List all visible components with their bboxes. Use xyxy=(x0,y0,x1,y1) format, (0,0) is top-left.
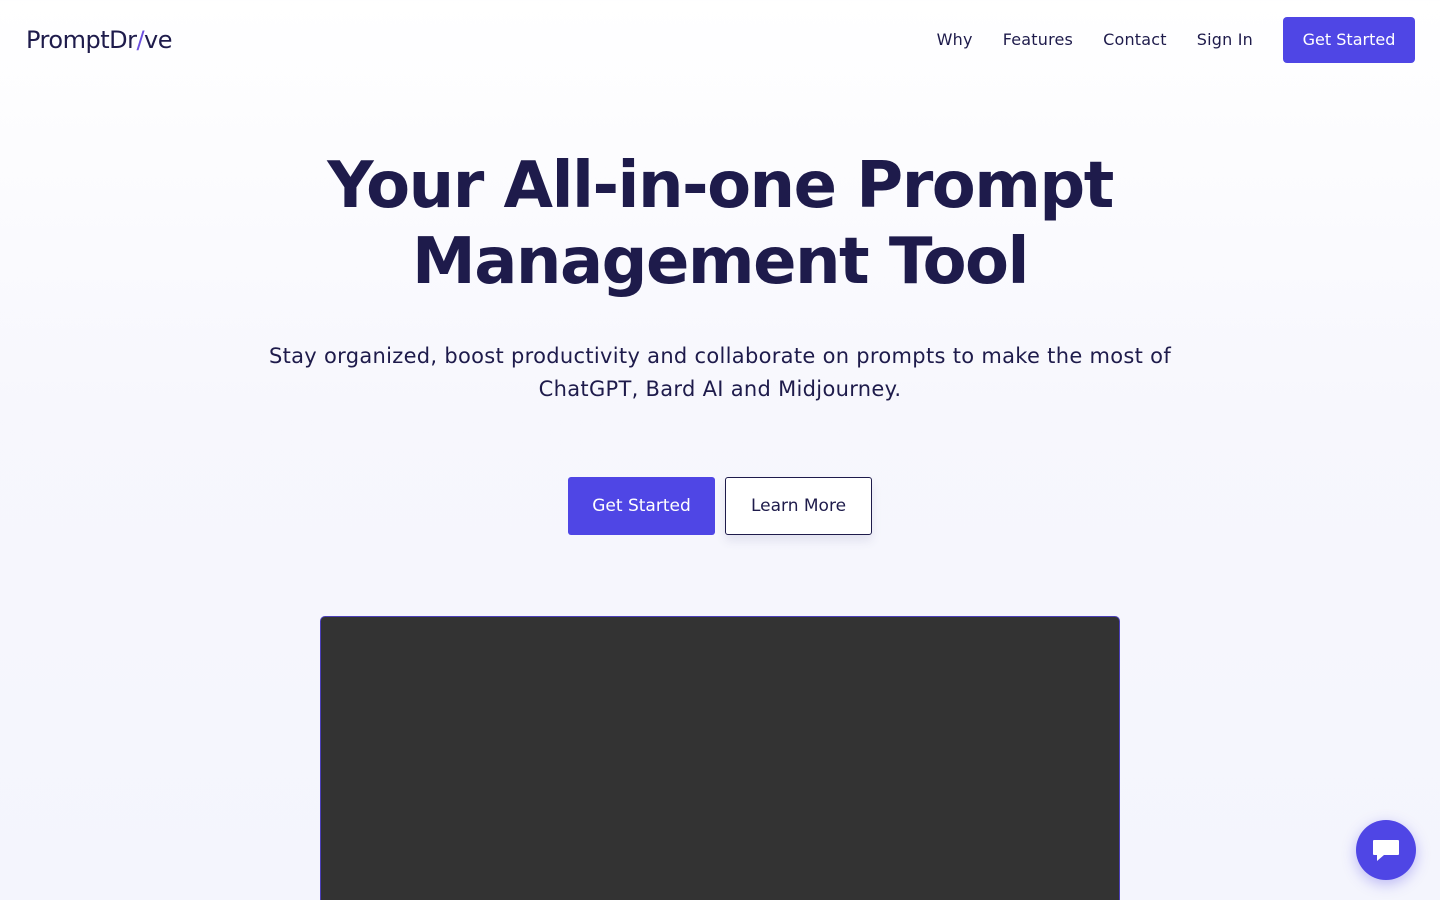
main-nav: Why Features Contact Sign In Get Started xyxy=(937,17,1415,63)
nav-features[interactable]: Features xyxy=(1003,17,1073,63)
hero-title-line-1: Your All-in-one Prompt xyxy=(327,149,1114,223)
site-header: PromptDr/ve Why Features Contact Sign In… xyxy=(0,0,1440,80)
header-get-started-button[interactable]: Get Started xyxy=(1283,17,1415,63)
hero-subtitle: Stay organized, boost productivity and c… xyxy=(268,344,1172,401)
logo-text-end: ve xyxy=(144,26,173,54)
logo-slash: / xyxy=(136,26,145,54)
nav-sign-in[interactable]: Sign In xyxy=(1197,17,1253,63)
hero-title: Your All-in-one Prompt Management Tool xyxy=(0,148,1440,300)
nav-why[interactable]: Why xyxy=(937,17,973,63)
chat-bubble-icon xyxy=(1373,840,1399,861)
logo-text-start: PromptDr xyxy=(26,26,137,54)
nav-contact[interactable]: Contact xyxy=(1103,17,1167,63)
logo[interactable]: PromptDr/ve xyxy=(26,24,173,56)
learn-more-button[interactable]: Learn More xyxy=(725,477,872,535)
hero-actions: Get Started Learn More xyxy=(568,477,872,535)
chat-widget-button[interactable] xyxy=(1356,820,1416,880)
hero-get-started-button[interactable]: Get Started xyxy=(568,477,715,535)
hero-title-line-2: Management Tool xyxy=(412,225,1029,299)
demo-video-panel[interactable] xyxy=(320,616,1120,900)
